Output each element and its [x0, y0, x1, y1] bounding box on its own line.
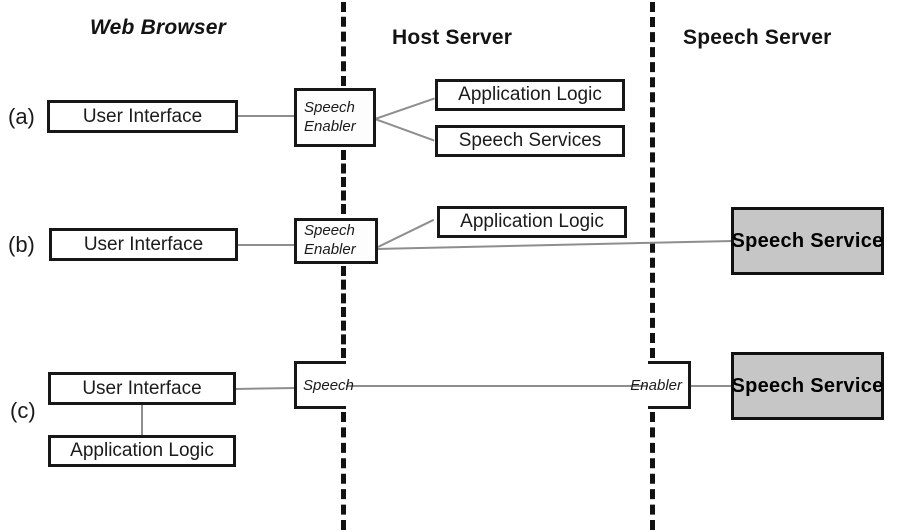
- box-b-speech-enabler-label-line2: Enabler: [304, 241, 356, 258]
- box-c-speech-enabler-right-label: Enabler: [630, 376, 682, 394]
- divider-browser-host-segment-2: [341, 150, 346, 214]
- divider-browser-host-segment-1: [341, 2, 346, 86]
- box-a-speech-services[interactable]: Speech Services: [435, 125, 625, 157]
- box-a-user-interface-label: User Interface: [82, 105, 203, 127]
- connector-a-enabler-to-application-logic: [374, 97, 435, 120]
- diagram-canvas: Web Browser Host Server Speech Server (a…: [0, 0, 897, 532]
- box-b-user-interface-label: User Interface: [83, 233, 204, 255]
- box-b-application-logic-label: Application Logic: [460, 211, 604, 232]
- box-c-speech-enabler-left-label: Speech: [303, 376, 354, 394]
- box-a-speech-enabler-label-line1: Speech: [304, 98, 355, 116]
- box-c-speech-enabler-right-half[interactable]: Enabler: [630, 361, 691, 409]
- connector-b-enabler-to-speech-service: [377, 239, 733, 250]
- connector-c-ui-to-application-logic: [141, 404, 143, 436]
- column-header-web-browser: Web Browser: [90, 16, 227, 39]
- box-a-speech-services-label: Speech Services: [458, 130, 602, 151]
- box-a-user-interface[interactable]: User Interface: [47, 100, 238, 133]
- box-b-application-logic[interactable]: Application Logic: [437, 206, 627, 238]
- box-b-speech-enabler[interactable]: Speech Enabler: [294, 218, 378, 264]
- connector-b-ui-to-enabler: [238, 244, 296, 246]
- box-c-speech-service-label: Speech Service: [731, 374, 884, 397]
- divider-host-speech-segment-1: [650, 2, 655, 358]
- box-a-application-logic[interactable]: Application Logic: [435, 79, 625, 111]
- box-c-application-logic[interactable]: Application Logic: [48, 435, 236, 467]
- box-a-speech-enabler[interactable]: Speech Enabler: [294, 88, 376, 147]
- box-b-speech-service-label: Speech Service: [731, 229, 884, 252]
- box-b-user-interface[interactable]: User Interface: [49, 228, 238, 261]
- connector-c-enabler-span: [345, 385, 649, 387]
- box-a-speech-enabler-label-line2: Enabler: [304, 117, 356, 135]
- row-label-a: (a): [8, 104, 35, 129]
- connector-b-enabler-to-application-logic: [377, 218, 435, 248]
- box-b-speech-service[interactable]: Speech Service: [731, 207, 884, 275]
- connector-c-ui-to-speech-enabler: [235, 386, 297, 390]
- box-c-speech-enabler-left-half[interactable]: Speech: [294, 361, 354, 409]
- column-header-speech-server: Speech Server: [683, 26, 832, 49]
- box-c-speech-service[interactable]: Speech Service: [731, 352, 884, 420]
- connector-c-enabler-to-speech-service: [690, 385, 732, 387]
- box-b-speech-enabler-label-line1: Speech: [304, 222, 355, 240]
- box-a-application-logic-label: Application Logic: [458, 84, 602, 105]
- column-header-host-server: Host Server: [392, 26, 513, 49]
- divider-browser-host-segment-3: [341, 266, 346, 358]
- box-c-user-interface[interactable]: User Interface: [48, 372, 236, 405]
- box-c-application-logic-label: Application Logic: [70, 440, 214, 461]
- row-label-b: (b): [8, 232, 35, 257]
- connector-a-ui-to-enabler: [238, 115, 296, 117]
- row-label-c: (c): [10, 398, 36, 423]
- divider-browser-host-segment-4: [341, 412, 346, 530]
- connector-a-enabler-to-speech-services: [374, 118, 435, 142]
- divider-host-speech-segment-2: [650, 412, 655, 530]
- box-c-user-interface-label: User Interface: [82, 377, 202, 399]
